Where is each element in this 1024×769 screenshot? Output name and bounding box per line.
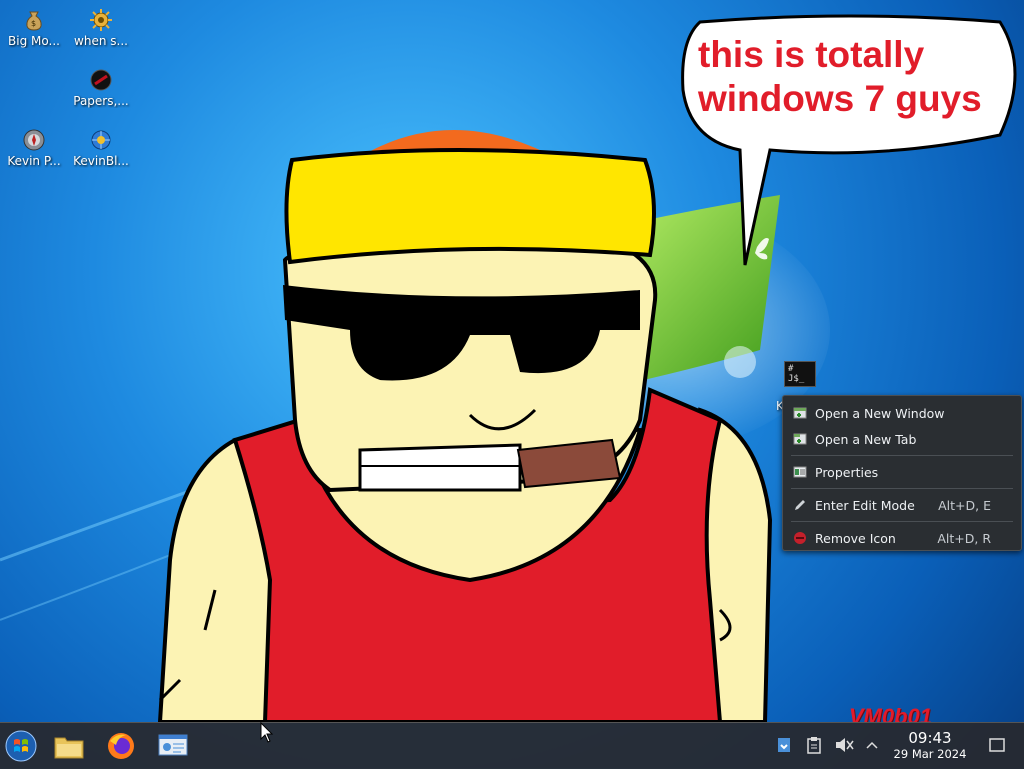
speech-line-1: this is totally [698,34,925,75]
show-desktop-icon [989,738,1005,752]
menu-item-open-new-window[interactable]: Open a New Window [783,400,1021,426]
start-orb-icon [5,730,37,762]
terminal-thumb-text: # J$_ [788,364,805,384]
wallpaper-watermark: VM0b01 [848,704,932,722]
gear-sun-icon [90,9,112,31]
mouse-cursor-icon [260,722,274,743]
desktop-icon-label: when s... [74,34,128,48]
desktop-icon-terminal[interactable]: # J$_ [784,361,816,387]
volume-tray[interactable] [833,734,855,756]
desktop-icon-label: Big Mo... [8,34,60,48]
menu-separator [791,455,1013,456]
updates-icon [778,738,790,752]
wallpaper: this is totally windows 7 guys [0,14,1017,722]
desktop-icon-papers[interactable]: Papers,... [71,68,131,108]
volume-muted-icon [836,738,854,752]
svg-text:$: $ [31,19,36,28]
clock-date: 29 Mar 2024 [893,747,967,761]
desktop-icon-kevin-p[interactable]: Kevin P... [4,128,64,168]
money-bag-icon: $ [26,11,42,31]
menu-item-remove-icon[interactable]: Remove Icon Alt+D, R [783,525,1021,551]
desktop-icon-when-s[interactable]: when s... [71,8,131,48]
speech-line-2: windows 7 guys [697,78,982,119]
desktop-icon-label: KevinBl... [73,154,129,168]
desktop-icon-kevinbl[interactable]: KevinBl... [71,128,131,168]
remove-icon [793,531,807,545]
file-manager-icon [54,737,84,759]
shortcut-edit-mode: Alt+D, E [938,497,991,513]
clipboard-icon [807,737,821,754]
context-menu: Open a New Window Open a New Tab Propert… [782,395,1022,551]
file-manager-button[interactable] [52,729,86,763]
clipboard-tray[interactable] [803,734,825,756]
menu-item-properties[interactable]: Properties [783,459,1021,485]
desktop-icon-label: Kevin P... [7,154,61,168]
start-button[interactable] [4,729,38,763]
clock-time: 09:43 [908,729,952,747]
show-desktop-button[interactable] [986,734,1008,756]
desktop-icon-big-money[interactable]: $ Big Mo... [4,8,64,48]
compass-icon [23,129,45,151]
system-settings-button[interactable] [156,729,190,763]
globe-gear-icon [91,130,111,150]
menu-item-enter-edit-mode[interactable]: Enter Edit Mode Alt+D, E [783,492,1021,518]
menu-separator [791,521,1013,522]
properties-icon [793,465,807,479]
shortcut-remove-icon: Alt+D, R [937,530,991,546]
new-tab-icon [793,432,807,446]
updates-tray[interactable] [773,734,795,756]
tray-expand-button[interactable] [861,734,883,756]
firefox-button[interactable] [104,729,138,763]
system-settings-icon [158,734,188,756]
desktop[interactable]: this is totally windows 7 guys VM0b01 $ … [0,0,1024,722]
menu-item-open-new-tab[interactable]: Open a New Tab [783,426,1021,452]
edit-pencil-icon [793,498,807,512]
taskbar: 09:43 29 Mar 2024 [0,722,1024,769]
papers-please-icon [90,69,112,91]
firefox-icon [108,733,134,759]
clock[interactable]: 09:43 29 Mar 2024 [888,729,972,762]
menu-separator [791,488,1013,489]
tray-expand-icon [866,741,878,749]
desktop-icon-label: Papers,... [73,94,129,108]
new-window-icon [793,406,807,420]
